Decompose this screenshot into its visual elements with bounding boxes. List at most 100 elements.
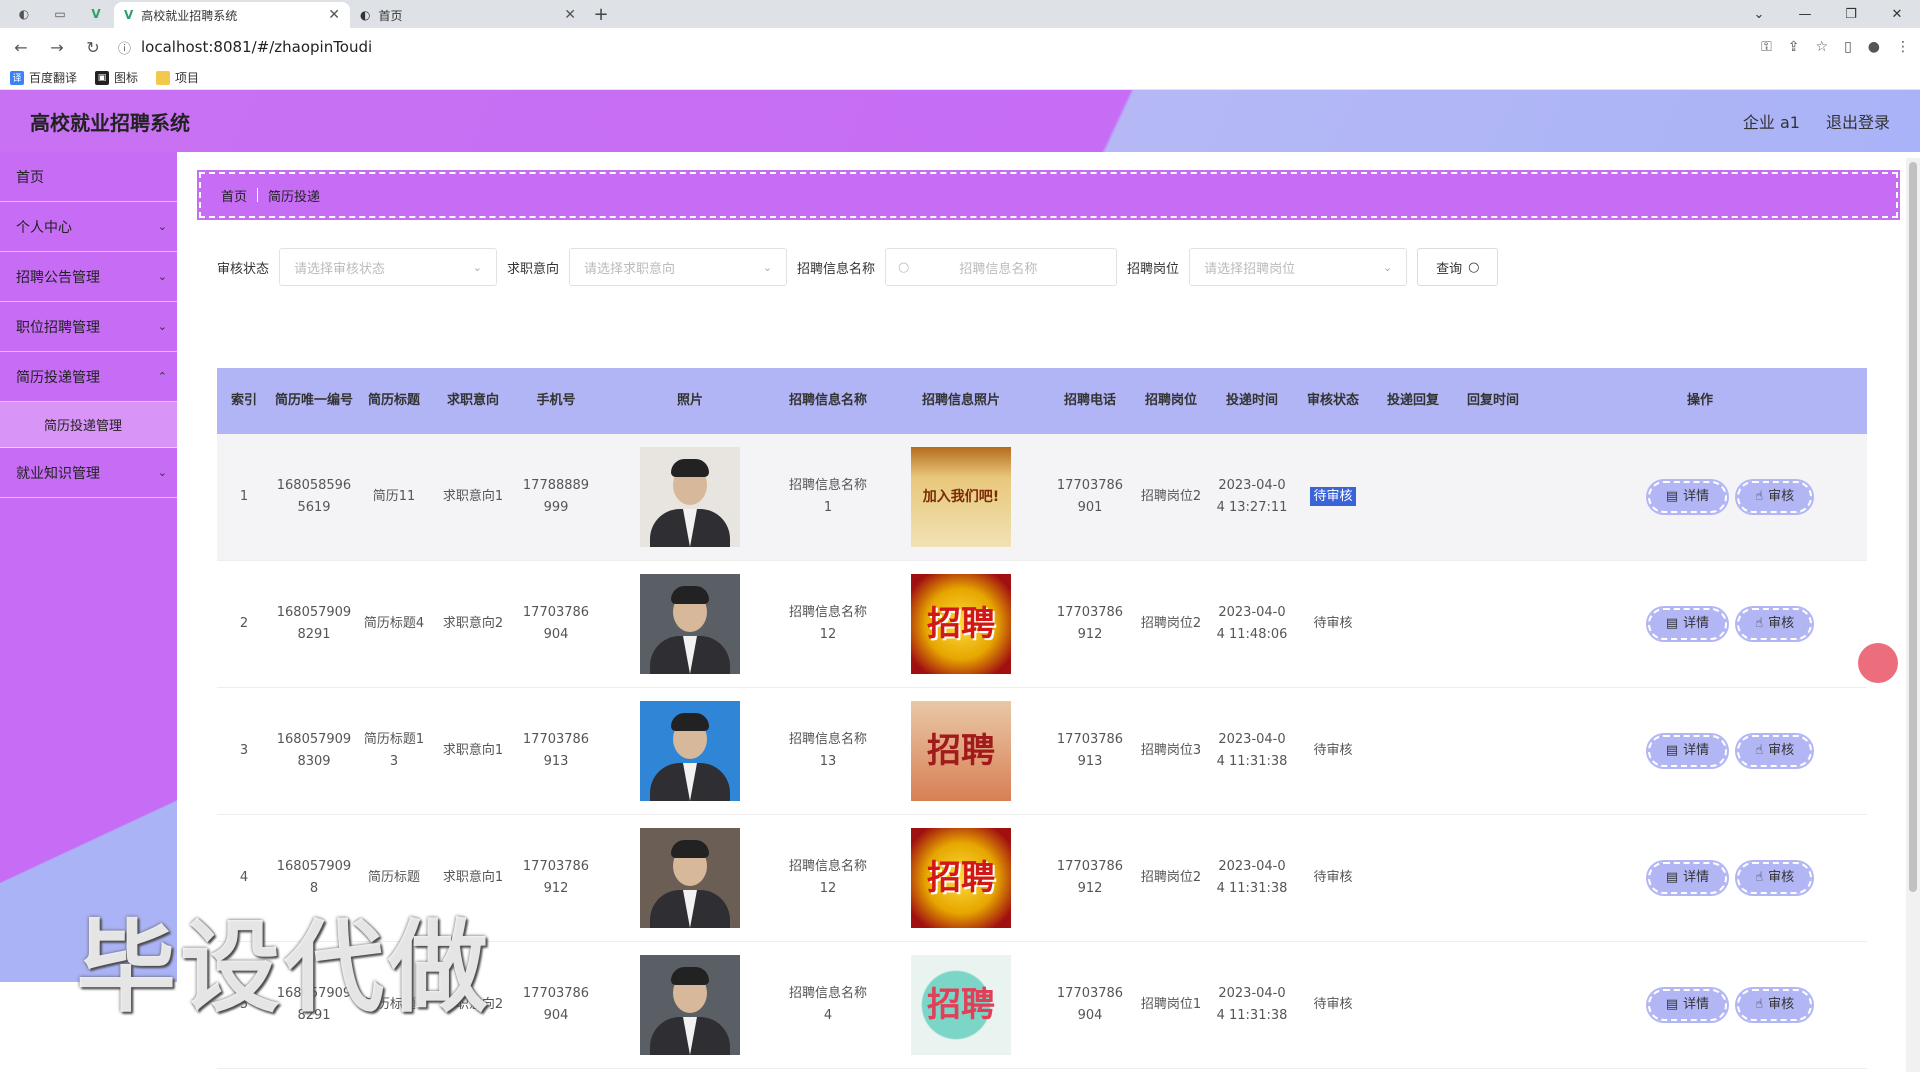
recruit-poster[interactable]: 招聘 (911, 955, 1011, 1055)
col-header: 简历唯一编号 (275, 393, 354, 408)
sidebar-item-knowledge[interactable]: 就业知识管理 ⌄ (0, 448, 177, 498)
col-header: 操作 (1686, 393, 1713, 408)
cell-info-name: 招聘信息名称12 (788, 859, 867, 896)
applicant-photo[interactable] (640, 828, 740, 928)
cell-time: 2023-04-04 13:27:11 (1216, 478, 1288, 515)
chevron-down-icon: ⌄ (472, 260, 483, 274)
col-header: 回复时间 (1466, 393, 1519, 408)
tab-search-icon[interactable]: ⌄ (1736, 0, 1782, 28)
profile-icon[interactable]: ● (1868, 39, 1880, 55)
close-window-icon[interactable]: ✕ (1874, 0, 1920, 28)
cell-info-name: 招聘信息名称13 (788, 732, 867, 769)
cell-index: 2 (239, 616, 249, 631)
star-icon[interactable]: ☆ (1816, 39, 1829, 55)
key-icon[interactable]: ⚿ (1761, 39, 1772, 55)
applicant-photo[interactable] (640, 574, 740, 674)
back-icon[interactable]: ← (10, 38, 32, 57)
thumbs-up-icon: ☝ (1755, 997, 1764, 1012)
query-button[interactable]: 查询 ○ (1417, 248, 1499, 286)
document-icon: ▤ (1665, 616, 1679, 631)
cell-resume-id: 1680579098291 (276, 605, 352, 642)
status-badge: 待审核 (1313, 997, 1353, 1012)
scrollbar-thumb[interactable] (1909, 162, 1917, 892)
sidebar-item-job[interactable]: 职位招聘管理 ⌄ (0, 302, 177, 352)
address-bar: ← → ↻ ⓘ localhost:8081/#/zhaopinToudi ⚿ … (0, 28, 1920, 66)
app-header: 高校就业招聘系统 企业 a1 退出登录 (0, 90, 1920, 152)
bookmark-icons[interactable]: ▣ 图标 (95, 69, 138, 86)
status-select[interactable]: 请选择审核状态 ⌄ (279, 248, 498, 286)
close-icon[interactable]: ✕ (564, 7, 576, 23)
intent-select[interactable]: 请选择求职意向 ⌄ (569, 248, 788, 286)
info-name-input[interactable]: ○ 招聘信息名称 (885, 248, 1118, 286)
recruit-poster[interactable]: 加入我们吧! (911, 447, 1011, 547)
cell-info-photo: 加入我们吧! (873, 447, 1049, 547)
browser-tab-active[interactable]: V 高校就业招聘系统 ✕ (114, 2, 350, 28)
bookmark-translate[interactable]: 译百度翻译 (10, 69, 77, 86)
detail-button[interactable]: ▤ 详情 (1645, 606, 1730, 642)
cell-tel: 17703786901 (1056, 478, 1124, 515)
post-select[interactable]: 请选择招聘岗位 ⌄ (1189, 248, 1408, 286)
sidebar-item-home[interactable]: 首页 (0, 152, 177, 202)
pinned-tab-globe-icon[interactable]: ◐ (6, 0, 42, 28)
breadcrumb-separator (257, 188, 259, 202)
folder-icon (156, 70, 171, 85)
cell-time: 2023-04-04 11:48:06 (1216, 605, 1288, 642)
applicant-photo[interactable] (640, 955, 740, 1055)
sidebar-item-announcement[interactable]: 招聘公告管理 ⌄ (0, 252, 177, 302)
chevron-down-icon: ⌄ (762, 260, 773, 274)
cell-tel: 17703786904 (1056, 986, 1124, 1023)
review-button[interactable]: ☝ 审核 (1735, 987, 1815, 1023)
table-row: 3 1680579098309 简历标题13 求职意向1 17703786913… (217, 688, 1867, 815)
cell-info-photo: 招聘 (873, 955, 1049, 1055)
url-field[interactable]: ⓘ localhost:8081/#/zhaopinToudi (118, 38, 1747, 57)
review-button[interactable]: ☝ 审核 (1735, 860, 1815, 896)
page-scrollbar[interactable] (1906, 158, 1920, 1072)
close-icon[interactable]: ✕ (328, 7, 340, 23)
bookmark-folder[interactable]: 项目 (156, 69, 199, 86)
pinned-tab-blank-icon[interactable]: ▭ (42, 0, 78, 28)
url-text: localhost:8081/#/zhaopinToudi (141, 38, 373, 56)
app-title: 高校就业招聘系统 (30, 110, 190, 135)
breadcrumb-home[interactable]: 首页 (221, 186, 247, 205)
col-header: 招聘信息名称 (788, 393, 867, 408)
current-user[interactable]: 企业 a1 (1743, 109, 1800, 133)
restore-icon[interactable]: ❐ (1828, 0, 1874, 28)
document-icon: ▤ (1665, 997, 1679, 1012)
review-button[interactable]: ☝ 审核 (1735, 479, 1815, 515)
detail-button[interactable]: ▤ 详情 (1645, 860, 1730, 896)
new-tab-button[interactable]: + (586, 0, 616, 28)
sidepanel-icon[interactable]: ▯ (1844, 39, 1852, 55)
recruit-poster[interactable]: 招聘 (911, 574, 1011, 674)
applicant-photo[interactable] (640, 701, 740, 801)
review-button[interactable]: ☝ 审核 (1735, 606, 1815, 642)
browser-tab-home[interactable]: ◐ 首页 ✕ (350, 2, 586, 28)
review-button[interactable]: ☝ 审核 (1735, 733, 1815, 769)
menu-icon[interactable]: ⋮ (1896, 39, 1910, 55)
logout-link[interactable]: 退出登录 (1826, 109, 1890, 133)
status-badge: 待审核 (1310, 487, 1356, 506)
col-header: 招聘岗位 (1144, 393, 1197, 408)
recruit-poster[interactable]: 招聘 (911, 828, 1011, 928)
sidebar-item-resume[interactable]: 简历投递管理 ⌃ (0, 352, 177, 402)
info-icon[interactable]: ⓘ (118, 38, 131, 57)
col-header: 招聘电话 (1063, 393, 1116, 408)
cell-intent: 求职意向2 (442, 616, 504, 631)
detail-button[interactable]: ▤ 详情 (1645, 987, 1730, 1023)
detail-button[interactable]: ▤ 详情 (1645, 733, 1730, 769)
tab-title: 高校就业招聘系统 (141, 8, 238, 23)
share-icon[interactable]: ⇪ (1788, 39, 1800, 55)
recruit-poster[interactable]: 招聘 (911, 701, 1011, 801)
pinned-tab-vue-icon[interactable]: V (78, 0, 114, 28)
detail-button[interactable]: ▤ 详情 (1645, 479, 1730, 515)
sidebar-subitem-resume-manage[interactable]: 简历投递管理 (0, 402, 177, 448)
applicant-photo[interactable] (640, 447, 740, 547)
forward-icon[interactable]: → (46, 38, 68, 57)
minimize-icon[interactable]: — (1782, 0, 1828, 28)
reload-icon[interactable]: ↻ (82, 38, 104, 57)
col-header: 手机号 (536, 393, 576, 408)
breadcrumb-current: 简历投递 (268, 189, 321, 205)
cell-resume-title: 简历标题13 (363, 732, 425, 769)
cell-time: 2023-04-04 11:31:38 (1216, 859, 1288, 896)
sidebar-item-personal[interactable]: 个人中心 ⌄ (0, 202, 177, 252)
col-header: 求职意向 (446, 393, 499, 408)
